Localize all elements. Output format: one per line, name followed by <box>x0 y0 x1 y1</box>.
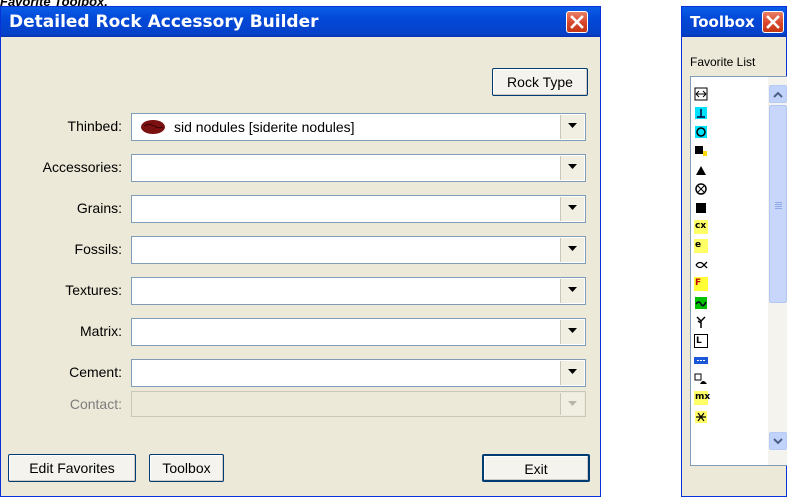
cement-dropdown-button[interactable] <box>560 361 584 385</box>
circled-cross-icon-glyph <box>695 183 707 195</box>
grains-dropdown-button[interactable] <box>560 197 584 221</box>
chevron-down-icon <box>568 123 577 128</box>
black-triangle-icon[interactable] <box>694 163 708 177</box>
contact-dropdown <box>131 391 586 417</box>
toolbox-button[interactable]: Toolbox <box>149 454 224 482</box>
black-triangle-icon-glyph <box>696 166 706 175</box>
thinbed-label: Thinbed: <box>67 118 122 134</box>
dropdown-value: sid nodules [siderite nodules] <box>174 119 355 135</box>
close-icon <box>570 15 584 29</box>
cyan-t-symbol-icon[interactable] <box>694 106 708 120</box>
matrix-dropdown[interactable] <box>131 318 586 346</box>
scroll-thumb[interactable] <box>769 105 787 303</box>
shell-pair-icon[interactable] <box>694 372 708 386</box>
favorite-item-text: F <box>695 278 702 288</box>
blue-bar-icon-glyph <box>694 357 708 364</box>
cement-dropdown[interactable] <box>131 359 586 387</box>
fish-symbol-icon-glyph <box>695 261 708 269</box>
toolbox-window-title: Toolbox <box>690 13 755 31</box>
cyan-circle-symbol-icon[interactable] <box>694 125 708 139</box>
grains-dropdown[interactable] <box>131 195 586 223</box>
favorite-list-label: Favorite List <box>690 55 756 69</box>
blue-bar-icon[interactable] <box>694 353 708 367</box>
chevron-down-icon <box>568 246 577 251</box>
toolbox-close-button[interactable] <box>762 11 784 33</box>
matrix-label: Matrix: <box>80 323 122 339</box>
star-symbol-icon[interactable] <box>694 410 708 424</box>
black-square-pair-icon-glyph <box>695 146 707 156</box>
thinbed-dropdown-button[interactable] <box>560 115 584 139</box>
double-arrow-icon[interactable] <box>694 87 708 101</box>
circled-cross-icon[interactable] <box>694 182 708 196</box>
black-square-pair-icon[interactable] <box>694 144 708 158</box>
exit-button[interactable]: Exit <box>482 454 590 482</box>
boxed-l-icon[interactable]: L <box>694 334 708 348</box>
chevron-down-icon <box>568 205 577 210</box>
scroll-down-button[interactable] <box>769 432 787 450</box>
cement-label: Cement: <box>69 364 122 380</box>
scroll-up-button[interactable] <box>769 85 787 103</box>
title-bar[interactable]: Detailed Rock Accessory Builder <box>1 7 600 37</box>
green-wave-icon[interactable] <box>694 296 708 310</box>
favorite-list-scrollbar[interactable] <box>768 77 787 465</box>
matrix-dropdown-button[interactable] <box>560 320 584 344</box>
cyan-circle-symbol-icon-glyph <box>695 126 707 138</box>
rock-type-button[interactable]: Rock Type <box>492 68 588 96</box>
favorite-item-text: e <box>695 240 702 250</box>
siderite-nodule-icon <box>141 120 165 134</box>
contact-label: Contact: <box>69 396 122 412</box>
shell-pair-icon-glyph <box>694 373 707 384</box>
branch-symbol-icon-glyph <box>696 316 706 328</box>
textures-label: Textures: <box>65 282 122 298</box>
thinbed-dropdown[interactable]: sid nodules [siderite nodules] <box>131 113 586 141</box>
chevron-down-icon <box>568 287 577 292</box>
favorite-list[interactable]: cx e F Lmx <box>690 76 787 466</box>
fossils-label: Fossils: <box>74 241 122 257</box>
textures-dropdown-button[interactable] <box>560 279 584 303</box>
chevron-down-icon <box>568 328 577 333</box>
close-icon <box>766 15 780 29</box>
close-button[interactable] <box>566 11 588 33</box>
mx-symbol-icon[interactable]: mx <box>694 391 711 405</box>
star-symbol-icon-glyph <box>695 411 707 423</box>
f-symbol-icon[interactable]: F <box>694 277 708 291</box>
favorite-item-text: cx <box>695 221 707 231</box>
black-square-icon[interactable] <box>694 201 708 215</box>
favorite-item-text: L <box>696 336 702 346</box>
grains-label: Grains: <box>76 200 122 216</box>
toolbox-window: Toolbox Favorite List cx e F Lmx <box>681 6 787 497</box>
accessories-dropdown-button[interactable] <box>560 156 584 180</box>
chevron-down-icon <box>568 369 577 374</box>
green-wave-icon-glyph <box>695 297 707 309</box>
window-title: Detailed Rock Accessory Builder <box>9 12 319 32</box>
e-symbol-icon[interactable]: e <box>694 239 708 253</box>
edit-favorites-button[interactable]: Edit Favorites <box>8 454 136 482</box>
fossils-dropdown-button[interactable] <box>560 238 584 262</box>
rock-accessory-builder-window: Detailed Rock Accessory Builder Rock Typ… <box>0 6 601 497</box>
fossils-dropdown[interactable] <box>131 236 586 264</box>
favorite-item-text: mx <box>695 392 711 402</box>
cx-symbol-icon[interactable]: cx <box>694 220 708 234</box>
fish-symbol-icon[interactable] <box>694 258 708 272</box>
chevron-down-icon <box>568 164 577 169</box>
textures-dropdown[interactable] <box>131 277 586 305</box>
black-square-icon-glyph <box>696 203 706 213</box>
contact-dropdown-button <box>560 393 584 415</box>
accessories-label: Accessories: <box>42 159 122 175</box>
double-arrow-icon-glyph <box>694 87 708 101</box>
chevron-down-icon <box>773 438 783 445</box>
branch-symbol-icon[interactable] <box>694 315 708 329</box>
cyan-t-symbol-icon-glyph <box>695 107 707 119</box>
chevron-down-icon <box>568 401 577 406</box>
chevron-up-icon <box>773 91 783 98</box>
accessories-dropdown[interactable] <box>131 154 586 182</box>
